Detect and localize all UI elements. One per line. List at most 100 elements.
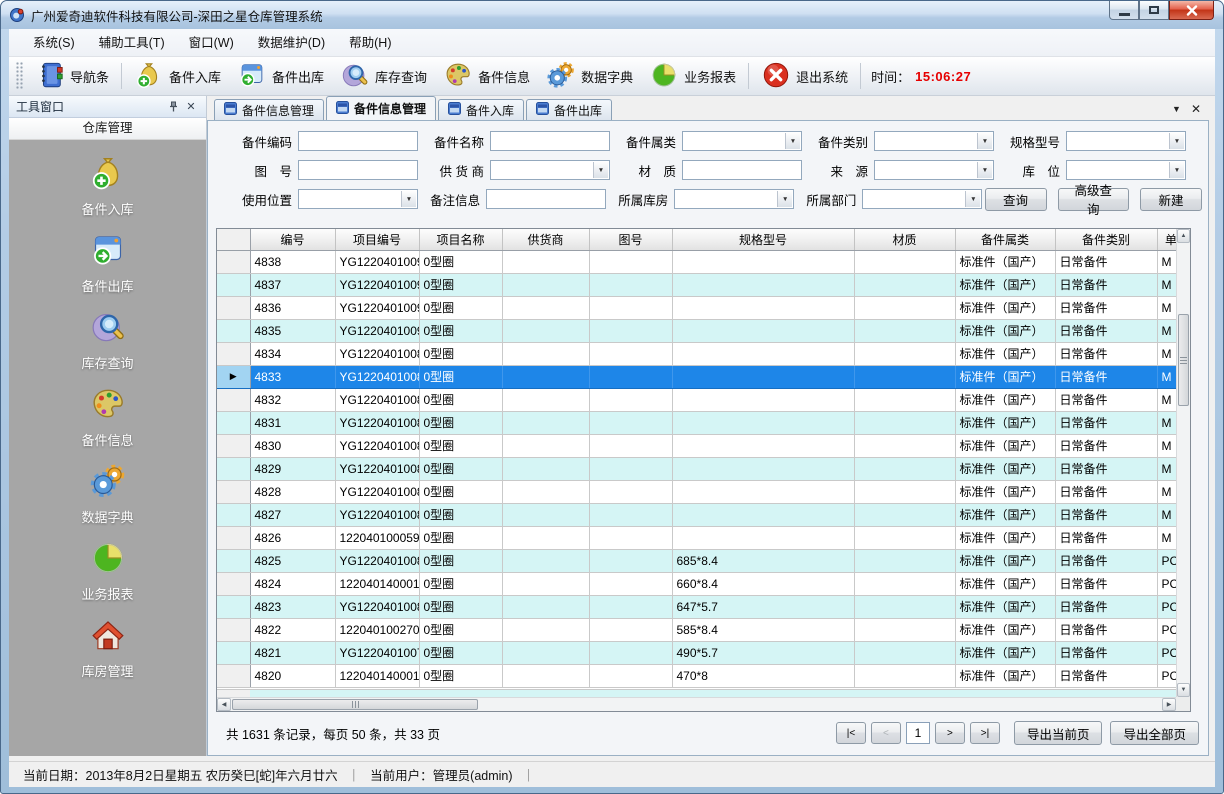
row-indicator[interactable] (217, 641, 250, 664)
toolbar-button-parts-info[interactable]: 备件信息 (435, 59, 538, 93)
toolbar-button-parts-inbound[interactable]: 备件入库 (126, 59, 229, 93)
column-header[interactable]: 图号 (589, 229, 672, 250)
combo-arrow-icon[interactable]: ▼ (965, 191, 980, 207)
part-name-input[interactable] (490, 131, 610, 151)
table-row[interactable]: 4836YG122040100910型圈标准件（国产）日常备件M (217, 296, 1176, 319)
toolbar-button-parts-outbound[interactable]: 备件出库 (229, 59, 332, 93)
table-row[interactable]: 482212204010027000型圈585*8.4标准件（国产）日常备件PC (217, 618, 1176, 641)
tab-parts-inbound[interactable]: 备件入库 (438, 99, 524, 120)
column-header[interactable]: 项目名称 (419, 229, 502, 250)
table-row[interactable]: 4821YG122040100790型圈490*5.7标准件（国产）日常备件PC (217, 641, 1176, 664)
row-indicator[interactable] (217, 549, 250, 572)
location-select[interactable]: ▼ (1066, 160, 1186, 180)
row-indicator[interactable] (217, 526, 250, 549)
part-type-select[interactable]: ▼ (874, 131, 994, 151)
column-header[interactable]: 编号 (250, 229, 335, 250)
table-row[interactable]: 4823YG122040100800型圈647*5.7标准件（国产）日常备件PC (217, 595, 1176, 618)
warehouse-select[interactable]: ▼ (674, 189, 794, 209)
first-page-button[interactable]: |< (836, 722, 866, 744)
export-current-page-button[interactable]: 导出当前页 (1014, 721, 1103, 745)
table-row[interactable]: 4838YG122040100930型圈标准件（国产）日常备件M (217, 250, 1176, 273)
table-row[interactable]: 4831YG122040100860型圈标准件（国产）日常备件M (217, 411, 1176, 434)
sidebar-item-business-report[interactable]: 业务报表 (9, 539, 206, 603)
menu-item-window[interactable]: 窗口(W) (177, 30, 246, 56)
sidebar-item-warehouse-mgmt[interactable]: 库房管理 (9, 616, 206, 680)
horizontal-scrollbar[interactable]: ◀ ▶ (217, 697, 1176, 711)
table-row[interactable]: 482012204014000130型圈470*8标准件（国产）日常备件PC (217, 664, 1176, 687)
tab-parts-outbound[interactable]: 备件出库 (526, 99, 612, 120)
table-row[interactable]: 4832YG122040100870型圈标准件（国产）日常备件M (217, 388, 1176, 411)
part-category-select[interactable]: ▼ (682, 131, 802, 151)
horizontal-scroll-thumb[interactable] (232, 699, 478, 710)
row-indicator[interactable] (217, 319, 250, 342)
column-header[interactable]: 规格型号 (672, 229, 854, 250)
next-page-button[interactable]: > (935, 722, 965, 744)
row-indicator[interactable] (217, 342, 250, 365)
row-indicator[interactable] (217, 273, 250, 296)
toolbar-button-exit-system[interactable]: 退出系统 (753, 59, 856, 93)
column-header[interactable]: 材质 (854, 229, 955, 250)
table-row[interactable]: 4827YG122040100820型圈标准件（国产）日常备件M (217, 503, 1176, 526)
column-header[interactable]: 项目编号 (335, 229, 419, 250)
combo-arrow-icon[interactable]: ▼ (977, 133, 992, 149)
sidebar-item-parts-outbound[interactable]: 备件出库 (9, 231, 206, 295)
toolbar-button-data-dictionary[interactable]: 数据字典 (538, 59, 641, 93)
table-row[interactable]: 4830YG122040100850型圈标准件（国产）日常备件M (217, 434, 1176, 457)
column-header[interactable]: 备件类别 (1055, 229, 1157, 250)
remark-input[interactable] (486, 189, 606, 209)
table-row[interactable]: 4829YG122040100840型圈标准件（国产）日常备件M (217, 457, 1176, 480)
new-button[interactable]: 新建 (1140, 188, 1202, 211)
table-row[interactable]: 4828YG122040100830型圈标准件（国产）日常备件M (217, 480, 1176, 503)
row-indicator[interactable] (217, 618, 250, 641)
previous-page-button[interactable]: < (871, 722, 901, 744)
query-button[interactable]: 查询 (985, 188, 1047, 211)
combo-arrow-icon[interactable]: ▼ (785, 133, 800, 149)
scroll-down-icon[interactable]: ▼ (1177, 683, 1190, 697)
sidebar-item-inventory-query[interactable]: 库存查询 (9, 308, 206, 372)
sidebar-group-warehouse[interactable]: 仓库管理 (9, 118, 206, 140)
combo-arrow-icon[interactable]: ▼ (593, 162, 608, 178)
part-code-input[interactable] (298, 131, 418, 151)
material-input[interactable] (682, 160, 802, 180)
source-select[interactable]: ▼ (874, 160, 994, 180)
column-header[interactable]: 单位 (1157, 229, 1176, 250)
menu-item-help[interactable]: 帮助(H) (337, 30, 403, 56)
combo-arrow-icon[interactable]: ▼ (1169, 133, 1184, 149)
combo-arrow-icon[interactable]: ▼ (777, 191, 792, 207)
vertical-scroll-thumb[interactable] (1178, 314, 1189, 406)
maximize-button[interactable] (1139, 1, 1169, 20)
row-indicator[interactable] (217, 503, 250, 526)
toolbar-grip[interactable] (16, 62, 24, 90)
row-indicator[interactable] (217, 411, 250, 434)
table-row[interactable]: 482412204014000120型圈660*8.4标准件（国产）日常备件PC (217, 572, 1176, 595)
usage-position-select[interactable]: ▼ (298, 189, 418, 209)
menu-item-tools[interactable]: 辅助工具(T) (87, 30, 177, 56)
advanced-query-button[interactable]: 高级查询 (1058, 188, 1130, 211)
scroll-up-icon[interactable]: ▲ (1177, 229, 1190, 243)
tab-parts-info-management-1[interactable]: 备件信息管理 (214, 99, 324, 120)
vertical-scrollbar[interactable]: ▲ ▼ (1176, 229, 1190, 697)
row-indicator[interactable] (217, 388, 250, 411)
last-page-button[interactable]: >| (970, 722, 1000, 744)
combo-arrow-icon[interactable]: ▼ (401, 191, 416, 207)
sidebar-item-data-dictionary[interactable]: 数据字典 (9, 462, 206, 526)
combo-arrow-icon[interactable]: ▼ (977, 162, 992, 178)
table-row[interactable]: 4834YG122040100890型圈标准件（国产）日常备件M (217, 342, 1176, 365)
row-indicator[interactable] (217, 664, 250, 687)
row-indicator[interactable] (217, 296, 250, 319)
row-indicator[interactable] (217, 572, 250, 595)
table-row[interactable]: ▶4833YG122040100880型圈标准件（国产）日常备件M (217, 365, 1176, 388)
menu-item-data-maintenance[interactable]: 数据维护(D) (246, 30, 337, 56)
export-all-pages-button[interactable]: 导出全部页 (1110, 721, 1199, 745)
page-number-input[interactable] (906, 722, 930, 744)
row-indicator[interactable] (217, 595, 250, 618)
row-indicator[interactable] (217, 480, 250, 503)
sidebar-item-parts-inbound[interactable]: 备件入库 (9, 154, 206, 218)
row-indicator[interactable] (217, 250, 250, 273)
tab-close-icon[interactable]: ✕ (1191, 103, 1201, 115)
drawing-no-input[interactable] (298, 160, 418, 180)
table-row[interactable]: 4837YG122040100920型圈标准件（国产）日常备件M (217, 273, 1176, 296)
column-header[interactable]: 备件属类 (955, 229, 1055, 250)
sidebar-item-parts-info[interactable]: 备件信息 (9, 385, 206, 449)
pin-icon[interactable] (165, 99, 181, 115)
